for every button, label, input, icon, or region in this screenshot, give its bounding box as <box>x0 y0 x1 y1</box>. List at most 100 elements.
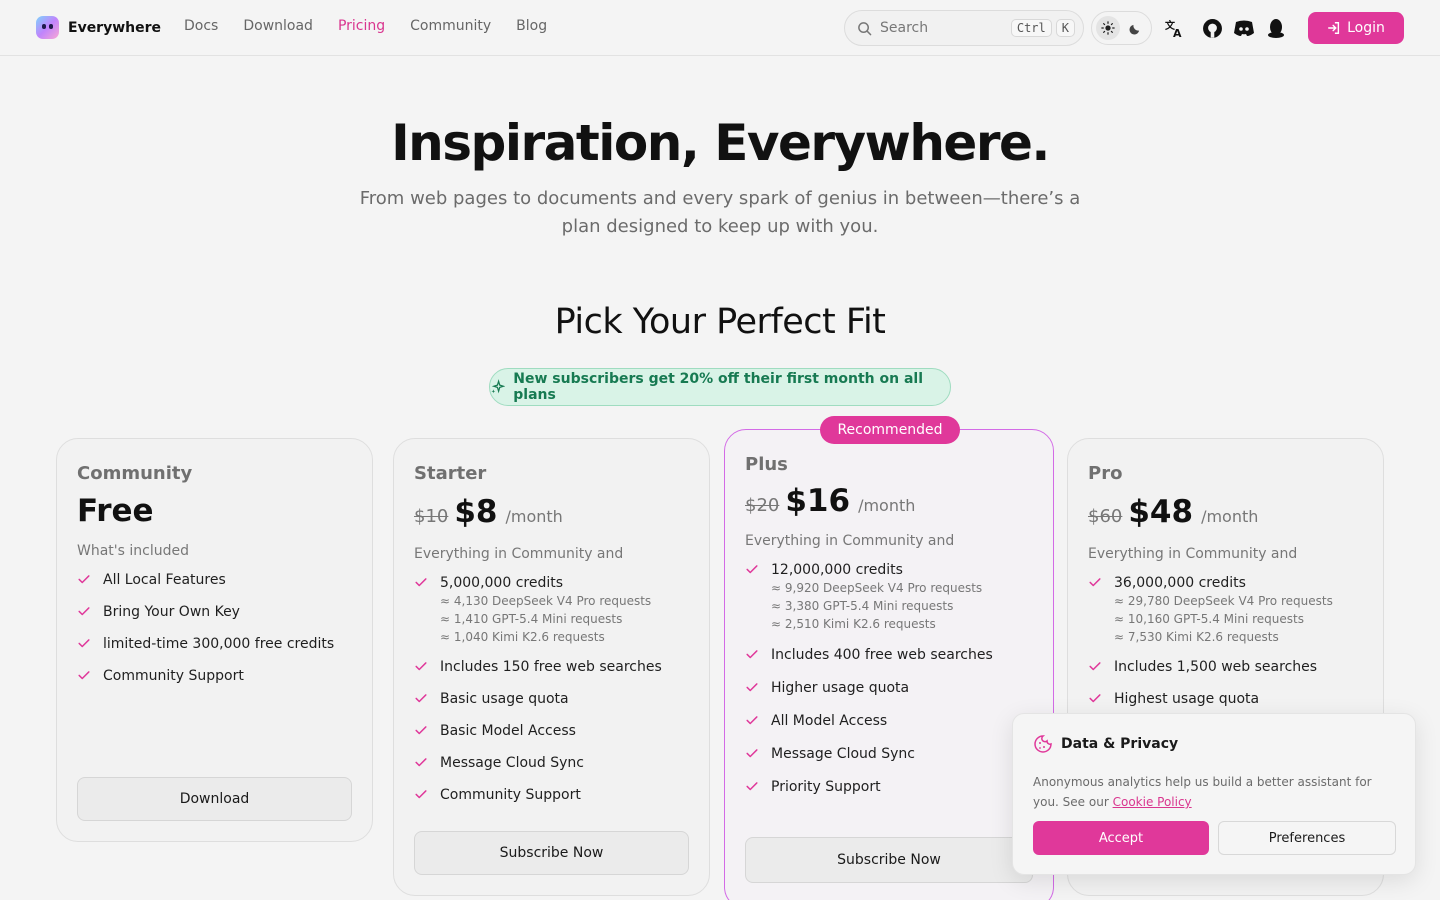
feature-item: 5,000,000 credits ≈ 4,130 DeepSeek V4 Pr… <box>414 574 689 646</box>
cookie-icon <box>1034 735 1052 753</box>
check-icon <box>414 658 430 678</box>
dark-theme-button[interactable] <box>1123 16 1147 40</box>
feature-text: 12,000,000 credits <box>771 562 903 578</box>
feature-text: Includes 400 free web searches <box>771 647 993 663</box>
feature-item: Includes 1,500 web searches <box>1088 658 1363 678</box>
brand-name: Everywhere <box>68 19 162 36</box>
sparkles-icon <box>491 379 506 394</box>
feature-item: Highest usage quota <box>1088 690 1363 710</box>
feature-subline: ≈ 2,510 Kimi K2.6 requests <box>771 617 936 631</box>
nav-link-download[interactable]: Download <box>243 18 313 34</box>
language-button[interactable]: 文A <box>1162 16 1186 40</box>
pricing-title: Pick Your Perfect Fit <box>554 302 886 342</box>
feature-item: All Model Access <box>745 712 1033 732</box>
hero-subtitle: From web pages to documents and every sp… <box>359 188 1081 237</box>
nav-link-community[interactable]: Community <box>410 18 491 34</box>
nav-link-docs[interactable]: Docs <box>184 18 218 34</box>
plan-period: /month <box>505 507 563 526</box>
sun-icon <box>1101 21 1115 35</box>
nav-links: Docs Download Pricing Community Blog <box>184 18 547 34</box>
plan-card-starter: Starter $10 $8 /month Everything in Comm… <box>393 438 710 896</box>
check-icon <box>1088 574 1104 594</box>
accept-button[interactable]: Accept <box>1033 821 1209 855</box>
feature-item: limited-time 300,000 free credits <box>77 635 352 655</box>
download-button[interactable]: Download <box>77 777 352 821</box>
login-label: Login <box>1347 20 1385 36</box>
plan-tier: Pro <box>1088 463 1123 484</box>
feature-text: Community Support <box>103 668 244 684</box>
subscribe-starter-button[interactable]: Subscribe Now <box>414 831 689 875</box>
feature-text: Includes 150 free web searches <box>440 659 662 675</box>
check-icon <box>77 603 93 623</box>
search-icon <box>858 21 872 35</box>
cookie-title: Data & Privacy <box>1061 736 1179 752</box>
search-placeholder: Search <box>880 20 929 36</box>
feature-item: Community Support <box>414 786 689 806</box>
feature-item: Message Cloud Sync <box>745 745 1033 765</box>
github-link[interactable] <box>1200 16 1224 40</box>
plan-intro: Everything in Community and <box>1088 546 1298 562</box>
feature-subline: ≈ 3,380 GPT-5.4 Mini requests <box>771 599 954 613</box>
feature-subline: ≈ 10,160 GPT-5.4 Mini requests <box>1114 612 1304 626</box>
check-icon <box>1088 658 1104 678</box>
check-icon <box>1088 690 1104 710</box>
theme-toggle <box>1091 11 1152 45</box>
check-icon <box>745 745 761 765</box>
plan-card-community: Community Free What's included All Local… <box>56 438 373 842</box>
translate-icon: 文A <box>1165 19 1182 38</box>
plan-tier: Community <box>77 463 193 484</box>
plan-old-price: $10 <box>414 506 449 527</box>
feature-text: Message Cloud Sync <box>771 746 915 762</box>
plan-intro: Everything in Community and <box>414 546 624 562</box>
subscribe-plus-button[interactable]: Subscribe Now <box>745 837 1033 883</box>
feature-text: Message Cloud Sync <box>440 755 584 771</box>
check-icon <box>745 646 761 666</box>
feature-item: Higher usage quota <box>745 679 1033 699</box>
plan-intro: What's included <box>77 543 189 559</box>
plan-tier: Plus <box>745 454 788 475</box>
feature-text: Community Support <box>440 787 581 803</box>
discord-link[interactable] <box>1232 16 1256 40</box>
feature-subline: ≈ 29,780 DeepSeek V4 Pro requests <box>1114 594 1333 608</box>
logo-icon <box>36 16 59 39</box>
nav-link-pricing[interactable]: Pricing <box>338 18 385 34</box>
nav-link-blog[interactable]: Blog <box>516 18 547 34</box>
feature-list: 36,000,000 credits ≈ 29,780 DeepSeek V4 … <box>1088 574 1363 710</box>
check-icon <box>77 571 93 591</box>
feature-text: 36,000,000 credits <box>1114 575 1246 591</box>
top-nav: Everywhere Docs Download Pricing Communi… <box>0 0 1440 56</box>
feature-subline: ≈ 7,530 Kimi K2.6 requests <box>1114 630 1279 644</box>
feature-text: limited-time 300,000 free credits <box>103 636 335 652</box>
search-button[interactable]: Search Ctrl K <box>844 10 1084 46</box>
feature-text: All Model Access <box>771 713 888 729</box>
feature-text: Highest usage quota <box>1114 691 1260 707</box>
feature-item: 36,000,000 credits ≈ 29,780 DeepSeek V4 … <box>1088 574 1363 646</box>
feature-text: Bring Your Own Key <box>103 604 240 620</box>
feature-text: 5,000,000 credits <box>440 575 564 591</box>
plan-old-price: $20 <box>745 495 780 516</box>
plan-price: $8 <box>454 494 498 530</box>
cookie-consent-dialog: Data & Privacy Anonymous analytics help … <box>1012 713 1416 875</box>
feature-item: Community Support <box>77 667 352 687</box>
light-theme-button[interactable] <box>1096 16 1120 40</box>
login-button[interactable]: Login <box>1308 12 1404 44</box>
check-icon <box>414 722 430 742</box>
moon-icon <box>1128 24 1139 35</box>
feature-item: Basic Model Access <box>414 722 689 742</box>
feature-subline: ≈ 1,040 Kimi K2.6 requests <box>440 630 605 644</box>
login-icon <box>1328 22 1340 34</box>
github-icon <box>1202 18 1222 38</box>
brand-link[interactable]: Everywhere <box>36 16 161 39</box>
feature-list: 12,000,000 credits ≈ 9,920 DeepSeek V4 P… <box>745 561 1033 798</box>
plan-tier: Starter <box>414 463 487 484</box>
plan-period: /month <box>1201 507 1259 526</box>
feature-subline: ≈ 9,920 DeepSeek V4 Pro requests <box>771 581 983 595</box>
feature-item: All Local Features <box>77 571 352 591</box>
check-icon <box>77 635 93 655</box>
preferences-button[interactable]: Preferences <box>1218 821 1396 855</box>
feature-text: Priority Support <box>771 779 881 795</box>
qq-link[interactable] <box>1264 16 1288 40</box>
plan-old-price: $60 <box>1088 506 1123 527</box>
cookie-policy-link[interactable]: Cookie Policy <box>1113 795 1192 809</box>
discord-icon <box>1234 20 1254 36</box>
